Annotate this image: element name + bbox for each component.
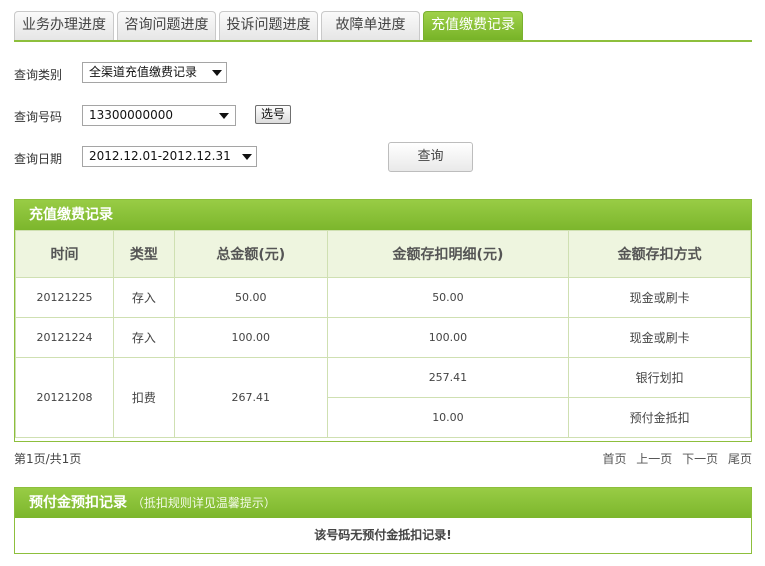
first-page-link[interactable]: 首页 xyxy=(602,452,626,466)
date-select-value: 2012.12.01-2012.12.31 xyxy=(89,149,231,163)
header-type: 类型 xyxy=(112,230,175,278)
table-row: 20121208 扣费 267.41 257.41 银行划扣 xyxy=(15,357,751,438)
cell-method: 现金或刷卡 xyxy=(568,317,751,358)
prepaid-panel-header: 预付金预扣记录 （抵扣规则详见温馨提示） xyxy=(15,488,751,518)
number-select-value: 13300000000 xyxy=(89,108,173,122)
pagination: 首页 上一页 下一页 尾页 xyxy=(596,450,752,467)
header-total: 总金额(元) xyxy=(173,230,328,278)
query-button[interactable]: 查询 xyxy=(388,142,473,172)
header-method: 金额存扣方式 xyxy=(568,230,751,278)
tab-business-progress[interactable]: 业务办理进度 xyxy=(14,11,114,40)
tab-fault-progress[interactable]: 故障单进度 xyxy=(321,11,420,40)
category-select[interactable]: 全渠道充值缴费记录 xyxy=(82,62,227,83)
page-info: 第1页/共1页 xyxy=(14,452,82,466)
tab-consult-progress[interactable]: 咨询问题进度 xyxy=(117,11,216,40)
tab-complaint-progress[interactable]: 投诉问题进度 xyxy=(219,11,318,40)
cell-time: 20121224 xyxy=(15,317,114,358)
pick-number-button[interactable]: 选号 xyxy=(255,105,291,124)
cell-method: 银行划扣 xyxy=(568,357,751,398)
date-select[interactable]: 2012.12.01-2012.12.31 xyxy=(82,146,257,167)
cell-detail: 100.00 xyxy=(326,317,570,358)
last-page-link[interactable]: 尾页 xyxy=(728,452,752,466)
chevron-down-icon xyxy=(212,70,222,76)
date-label: 查询日期 xyxy=(14,152,63,166)
chevron-down-icon xyxy=(219,113,229,119)
category-label: 查询类别 xyxy=(14,68,63,82)
prepaid-panel-note: （抵扣规则详见温馨提示） xyxy=(131,496,276,510)
number-select[interactable]: 13300000000 xyxy=(82,105,236,126)
tab-bar: 业务办理进度 咨询问题进度 投诉问题进度 故障单进度 充值缴费记录 xyxy=(14,10,752,42)
prepaid-panel: 预付金预扣记录 （抵扣规则详见温馨提示） 该号码无预付金抵扣记录! xyxy=(14,487,752,554)
header-time: 时间 xyxy=(15,230,114,278)
records-panel: 充值缴费记录 时间 类型 总金额(元) 金额存扣明细(元) 金额存扣方式 201… xyxy=(14,199,752,442)
prev-page-link[interactable]: 上一页 xyxy=(636,452,672,466)
table-header-row: 时间 类型 总金额(元) 金额存扣明细(元) 金额存扣方式 xyxy=(15,230,751,278)
cell-total: 267.41 xyxy=(173,357,328,438)
tab-recharge-records[interactable]: 充值缴费记录 xyxy=(423,11,523,40)
prepaid-panel-title: 预付金预扣记录 xyxy=(29,495,127,511)
next-page-link[interactable]: 下一页 xyxy=(682,452,718,466)
cell-type: 扣费 xyxy=(112,357,175,438)
chevron-down-icon xyxy=(242,154,252,160)
records-table: 时间 类型 总金额(元) 金额存扣明细(元) 金额存扣方式 20121225 存… xyxy=(15,230,751,438)
cell-method: 现金或刷卡 xyxy=(568,277,751,318)
cell-time: 20121208 xyxy=(15,357,114,438)
cell-method: 预付金抵扣 xyxy=(568,397,751,438)
cell-detail: 50.00 xyxy=(326,277,570,318)
cell-type: 存入 xyxy=(112,277,175,318)
cell-total: 100.00 xyxy=(173,317,328,358)
records-panel-title: 充值缴费记录 xyxy=(15,200,751,230)
table-row: 20121224 存入 100.00 100.00 现金或刷卡 xyxy=(15,317,751,358)
category-select-value: 全渠道充值缴费记录 xyxy=(89,65,198,79)
cell-detail: 257.41 xyxy=(326,357,570,398)
number-label: 查询号码 xyxy=(14,110,63,124)
header-detail: 金额存扣明细(元) xyxy=(326,230,570,278)
prepaid-empty-message: 该号码无预付金抵扣记录! xyxy=(314,528,452,542)
cell-total: 50.00 xyxy=(173,277,328,318)
cell-time: 20121225 xyxy=(15,277,114,318)
cell-detail: 10.00 xyxy=(326,397,570,438)
cell-type: 存入 xyxy=(112,317,175,358)
table-row: 20121225 存入 50.00 50.00 现金或刷卡 xyxy=(15,277,751,318)
